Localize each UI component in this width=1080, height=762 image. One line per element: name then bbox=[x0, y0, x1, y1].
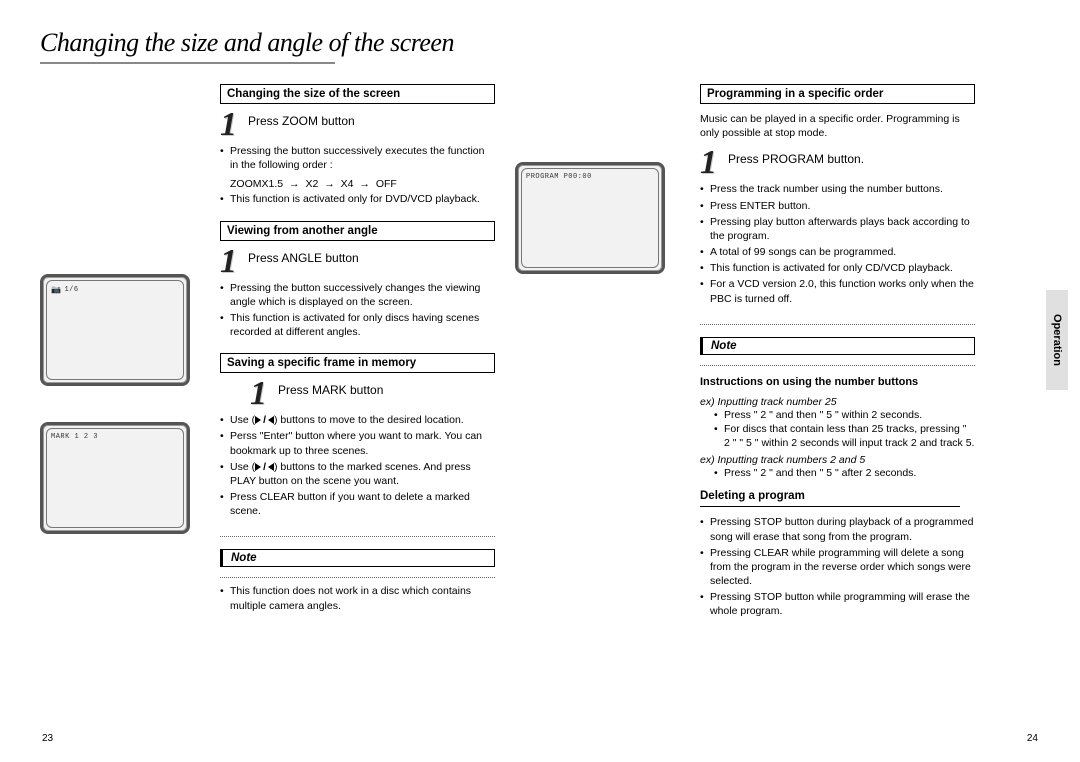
heading-view-angle: Viewing from another angle bbox=[220, 221, 495, 241]
heading-programming: Programming in a specific order bbox=[700, 84, 975, 104]
bullet: Press CLEAR button if you want to delete… bbox=[220, 490, 495, 518]
divider-dots bbox=[700, 324, 975, 325]
bullet: For a VCD version 2.0, this function wor… bbox=[700, 277, 975, 305]
note-box-left: Note bbox=[220, 549, 495, 567]
bullet: This function is activated only for DVD/… bbox=[220, 192, 495, 206]
bullet: Pressing play button afterwards plays ba… bbox=[700, 215, 975, 243]
zoom-x2: X2 bbox=[305, 178, 318, 190]
bullet: Perss "Enter" button where you want to m… bbox=[220, 429, 495, 457]
note-label: Note bbox=[231, 552, 257, 564]
side-tab-label: Operation bbox=[1051, 314, 1063, 366]
heading-programming-text: Programming in a specific order bbox=[707, 88, 883, 100]
step-mark: 1 Press MARK button bbox=[220, 381, 495, 407]
zoom-x4: X4 bbox=[341, 178, 354, 190]
note-subheading: Instructions on using the number buttons bbox=[700, 376, 975, 388]
osd-angle: 1/6 bbox=[51, 285, 79, 295]
text-fragment: ) buttons to move to the desired locatio… bbox=[274, 414, 464, 426]
divider-dots bbox=[700, 365, 975, 366]
programming-intro: Music can be played in a specific order.… bbox=[700, 112, 975, 140]
bullet: For discs that contain less than 25 trac… bbox=[714, 422, 975, 450]
arrow-right-icon: → bbox=[324, 178, 335, 190]
arrow-right-icon: → bbox=[289, 178, 300, 190]
step-mark-text: Press MARK button bbox=[278, 381, 383, 397]
example-2: ex) Inputting track numbers 2 and 5 bbox=[700, 454, 975, 466]
page-number-left: 23 bbox=[42, 733, 53, 744]
heading-underline bbox=[700, 506, 960, 507]
step-program: 1 Press PROGRAM button. bbox=[700, 150, 975, 176]
example-1: ex) Inputting track number 25 bbox=[700, 396, 975, 408]
bullet: Pressing CLEAR while programming will de… bbox=[700, 546, 975, 589]
bullet: Use ( /) buttons to the marked scenes. An… bbox=[220, 460, 495, 488]
bullet: Press the track number using the number … bbox=[700, 182, 975, 196]
step-number-1-icon: 1 bbox=[220, 112, 242, 138]
bullet: Pressing STOP button while programming w… bbox=[700, 590, 975, 618]
note-box-right: Note bbox=[700, 337, 975, 355]
play-right-icon bbox=[255, 416, 261, 424]
divider-dots bbox=[220, 577, 495, 578]
bullet: Pressing the button successively changes… bbox=[220, 281, 495, 309]
text-fragment: Use ( bbox=[230, 414, 255, 426]
heading-change-size: Changing the size of the screen bbox=[220, 84, 495, 104]
page-number-right: 24 bbox=[1027, 733, 1038, 744]
heading-view-angle-text: Viewing from another angle bbox=[227, 225, 378, 237]
zoom-off: OFF bbox=[376, 178, 397, 190]
osd-angle-text: 1/6 bbox=[64, 286, 78, 294]
zoom-sequence: ZOOMX1.5 → X2 → X4 → OFF bbox=[230, 178, 495, 190]
osd-program: PROGRAM P00:00 bbox=[526, 173, 592, 181]
bullet: Press ENTER button. bbox=[700, 199, 975, 213]
bullet: Press " 2 " and then " 5 " within 2 seco… bbox=[714, 408, 975, 422]
step-angle-text: Press ANGLE button bbox=[248, 249, 359, 265]
title-underline bbox=[40, 62, 335, 64]
tv-screen-angle: 1/6 bbox=[40, 274, 190, 386]
osd-mark: MARK 1 2 3 bbox=[51, 433, 98, 441]
left-text-column: Changing the size of the screen 1 Press … bbox=[220, 84, 495, 633]
heading-save-frame: Saving a specific frame in memory bbox=[220, 353, 495, 373]
slash-icon: / bbox=[263, 414, 266, 426]
tv-screen-program: PROGRAM P00:00 bbox=[515, 162, 665, 274]
step-angle: 1 Press ANGLE button bbox=[220, 249, 495, 275]
arrow-right-icon: → bbox=[359, 178, 370, 190]
step-zoom-text: Press ZOOM button bbox=[248, 112, 355, 128]
bullet: This function is activated for only CD/V… bbox=[700, 261, 975, 275]
tv-screen-mark: MARK 1 2 3 bbox=[40, 422, 190, 534]
bullet: Pressing the button successively execute… bbox=[220, 144, 495, 172]
page-title: Changing the size and angle of the scree… bbox=[40, 28, 1040, 58]
side-tab-operation: Operation bbox=[1046, 290, 1068, 390]
camera-icon bbox=[51, 285, 61, 295]
play-right-icon bbox=[255, 463, 261, 471]
right-image-column: PROGRAM P00:00 bbox=[515, 84, 680, 633]
heading-deleting: Deleting a program bbox=[700, 490, 975, 507]
divider-dots bbox=[220, 536, 495, 537]
note-label: Note bbox=[711, 340, 737, 352]
step-number-1-icon: 1 bbox=[700, 150, 722, 176]
bullet: A total of 99 songs can be programmed. bbox=[700, 245, 975, 259]
heading-save-frame-text: Saving a specific frame in memory bbox=[227, 357, 416, 369]
left-image-column: 1/6 MARK 1 2 3 bbox=[40, 84, 200, 633]
zoom-x15: ZOOMX1.5 bbox=[230, 178, 283, 190]
right-text-column: Programming in a specific order Music ca… bbox=[700, 84, 975, 633]
heading-deleting-text: Deleting a program bbox=[700, 490, 805, 502]
text-fragment: ) buttons to the marked scenes. And pres… bbox=[230, 461, 471, 487]
bullet: Pressing STOP button during playback of … bbox=[700, 515, 975, 543]
bullet: Press " 2 " and then " 5 " after 2 secon… bbox=[714, 466, 975, 480]
text-fragment: Use ( bbox=[230, 461, 255, 473]
step-number-1-icon: 1 bbox=[220, 249, 242, 275]
content-columns: 1/6 MARK 1 2 3 Changing the size of the … bbox=[40, 84, 1040, 633]
slash-icon: / bbox=[263, 461, 266, 473]
step-zoom: 1 Press ZOOM button bbox=[220, 112, 495, 138]
bullet: This function does not work in a disc wh… bbox=[220, 584, 495, 612]
bullet: Use ( / ) buttons to move to the desired l… bbox=[220, 413, 495, 427]
heading-change-size-text: Changing the size of the screen bbox=[227, 88, 400, 100]
bullet: This function is activated for only disc… bbox=[220, 311, 495, 339]
step-program-text: Press PROGRAM button. bbox=[728, 150, 864, 166]
step-number-1-icon: 1 bbox=[250, 381, 272, 407]
